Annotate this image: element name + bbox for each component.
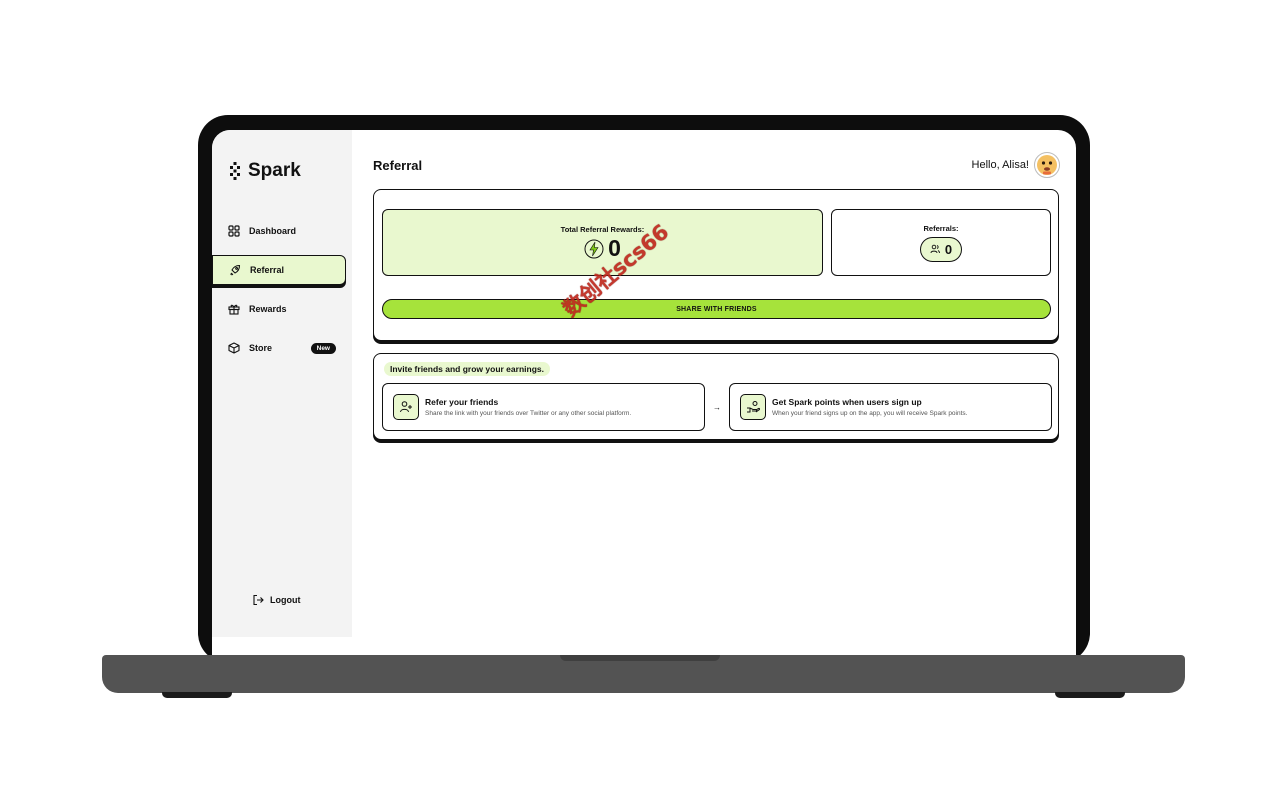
gift-icon (228, 303, 240, 315)
app-screen: Spark Dashboard Referral Rewards Store N… (212, 130, 1076, 655)
step-refer-friends: Refer your friends Share the link with y… (382, 383, 705, 431)
lightning-icon (584, 239, 604, 258)
brand-name: Spark (248, 160, 301, 181)
spark-dots-logo-icon (230, 162, 240, 180)
share-with-friends-button[interactable]: SHARE WITH FRIENDS (382, 299, 1051, 319)
step-description: When your friend signs up on the app, yo… (772, 410, 968, 417)
sidebar-item-rewards[interactable]: Rewards (212, 294, 346, 324)
hand-coin-icon (740, 394, 766, 420)
sidebar: Spark Dashboard Referral Rewards Store N… (212, 130, 352, 637)
sidebar-item-label: Referral (250, 265, 285, 275)
page-title: Referral (373, 158, 423, 173)
step-title: Get Spark points when users sign up (772, 397, 922, 407)
total-rewards-label: Total Referral Rewards: (560, 225, 645, 234)
logout-label: Logout (270, 595, 301, 605)
invite-headline: Invite friends and grow your earnings. (384, 362, 550, 376)
step-description: Share the link with your friends over Tw… (425, 410, 632, 417)
sidebar-item-referral[interactable]: Referral (212, 255, 346, 285)
user-plus-icon (393, 394, 419, 420)
sidebar-item-store[interactable]: Store New (212, 333, 346, 363)
arrow-right-icon: → (713, 403, 721, 412)
users-icon (930, 244, 940, 254)
avatar-icon (1037, 155, 1057, 175)
referrals-value: 0 (944, 241, 953, 257)
sidebar-item-dashboard[interactable]: Dashboard (212, 216, 346, 246)
laptop-foot-left (162, 692, 232, 698)
sidebar-item-label: Store (249, 343, 273, 353)
logout-button[interactable]: Logout (252, 594, 301, 606)
step-title: Refer your friends (425, 397, 499, 407)
sidebar-item-label: Dashboard (249, 226, 297, 236)
referral-stats-card: Total Referral Rewards: 0 Referrals: 0 S… (373, 189, 1059, 341)
step-text: Get Spark points when users sign up When… (772, 397, 967, 417)
box-icon (228, 342, 240, 354)
rocket-icon (229, 264, 241, 276)
sidebar-item-label: Rewards (249, 304, 287, 314)
laptop-foot-right (1055, 692, 1125, 698)
invite-friends-card: Invite friends and grow your earnings. R… (373, 353, 1059, 440)
brand[interactable]: Spark (228, 160, 301, 182)
user-greeting[interactable]: Hello, Alisa! (972, 152, 1060, 178)
greeting-text: Hello, Alisa! (971, 159, 1029, 171)
step-get-points: Get Spark points when users sign up When… (729, 383, 1052, 431)
logout-icon (253, 594, 264, 606)
new-badge: New (310, 342, 336, 354)
referrals-box: Referrals: 0 (831, 209, 1051, 276)
referrals-label: Referrals: (923, 223, 959, 233)
avatar[interactable] (1034, 152, 1060, 178)
laptop-base-notch (560, 655, 720, 661)
grid-icon (228, 225, 240, 237)
step-text: Refer your friends Share the link with y… (425, 397, 631, 417)
referrals-pill: 0 (919, 236, 963, 262)
